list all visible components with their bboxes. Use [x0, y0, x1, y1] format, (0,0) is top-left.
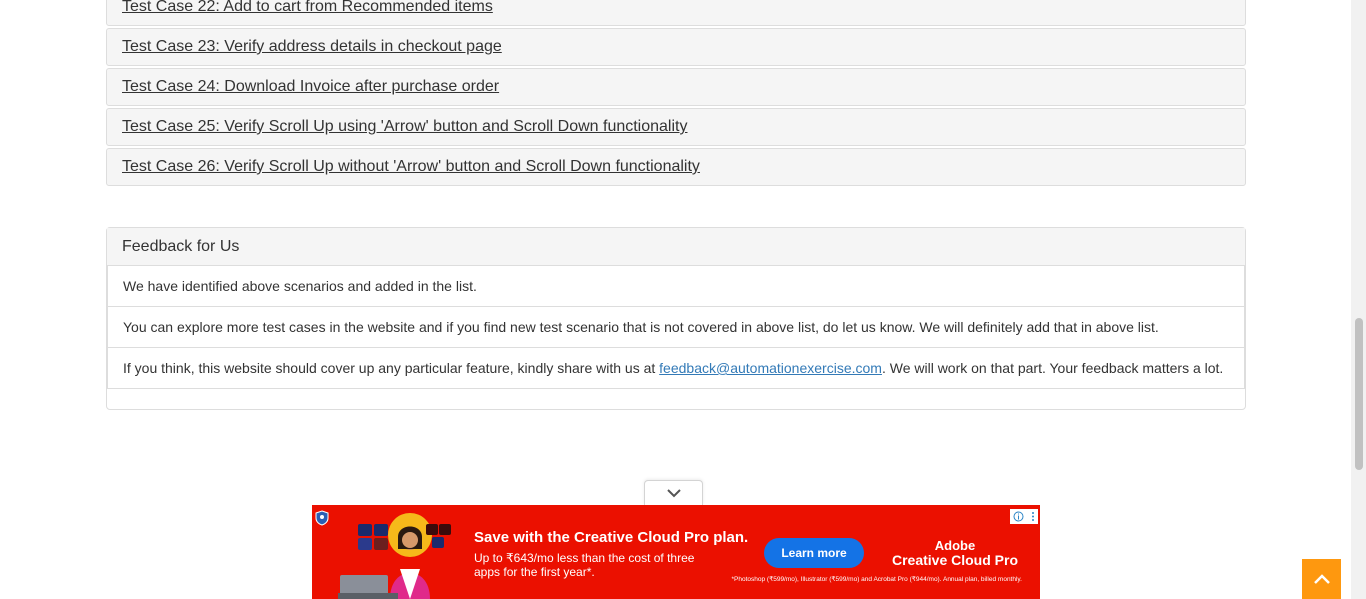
feedback-text: We have identified above scenarios and a… — [123, 278, 477, 294]
advertisement-banner[interactable]: Save with the Creative Cloud Pro plan. U… — [312, 505, 1040, 599]
ad-brand-name: Adobe — [934, 538, 976, 553]
feedback-text-post: . We will work on that part. Your feedba… — [881, 360, 1224, 376]
shield-icon — [315, 510, 329, 526]
ad-fineprint: *Photoshop (₹599/mo), Illustrator (₹599/… — [731, 576, 1023, 583]
ad-choices[interactable] — [1010, 509, 1038, 524]
ad-brand: Adobe Creative Cloud Pro — [890, 539, 1020, 568]
test-case-item: Test Case 23: Verify address details in … — [106, 28, 1246, 66]
feedback-title: Feedback for Us — [107, 228, 1245, 266]
ad-product-name: Creative Cloud Pro — [891, 552, 1019, 568]
info-icon[interactable] — [1013, 511, 1024, 522]
feedback-line: We have identified above scenarios and a… — [107, 266, 1245, 307]
feedback-text-pre: If you think, this website should cover … — [123, 360, 660, 376]
ad-illustration — [338, 513, 451, 599]
ad-learn-more-button[interactable]: Learn more — [764, 538, 864, 568]
chevron-up-icon — [1313, 574, 1330, 584]
ad-title: Save with the Creative Cloud Pro plan. — [474, 529, 749, 546]
feedback-text: You can explore more test cases in the w… — [123, 319, 1159, 335]
chevron-down-icon — [666, 489, 681, 498]
test-case-link[interactable]: Test Case 24: Download Invoice after pur… — [122, 78, 499, 96]
feedback-panel: Feedback for Us We have identified above… — [106, 227, 1246, 410]
feedback-line: If you think, this website should cover … — [107, 348, 1245, 389]
feedback-text: If you think, this website should cover … — [123, 360, 1223, 376]
ad-collapse-button[interactable] — [644, 480, 703, 505]
test-case-item: Test Case 25: Verify Scroll Up using 'Ar… — [106, 108, 1246, 146]
kebab-menu-icon[interactable] — [1031, 511, 1035, 522]
scrollbar-thumb[interactable] — [1355, 318, 1363, 470]
test-case-link[interactable]: Test Case 22: Add to cart from Recommend… — [122, 0, 493, 16]
feedback-line: You can explore more test cases in the w… — [107, 307, 1245, 348]
test-case-list: Test Case 22: Add to cart from Recommend… — [106, 0, 1246, 188]
feedback-email-link[interactable]: feedback@automationexercise.com — [659, 360, 882, 376]
test-case-link[interactable]: Test Case 23: Verify address details in … — [122, 38, 502, 56]
page-scrollbar[interactable] — [1351, 0, 1366, 599]
test-case-item: Test Case 24: Download Invoice after pur… — [106, 68, 1246, 106]
test-case-item: Test Case 22: Add to cart from Recommend… — [106, 0, 1246, 26]
test-case-link[interactable]: Test Case 25: Verify Scroll Up using 'Ar… — [122, 118, 687, 136]
test-case-item: Test Case 26: Verify Scroll Up without '… — [106, 148, 1246, 186]
scroll-to-top-button[interactable] — [1302, 559, 1341, 599]
test-case-link[interactable]: Test Case 26: Verify Scroll Up without '… — [122, 158, 700, 176]
